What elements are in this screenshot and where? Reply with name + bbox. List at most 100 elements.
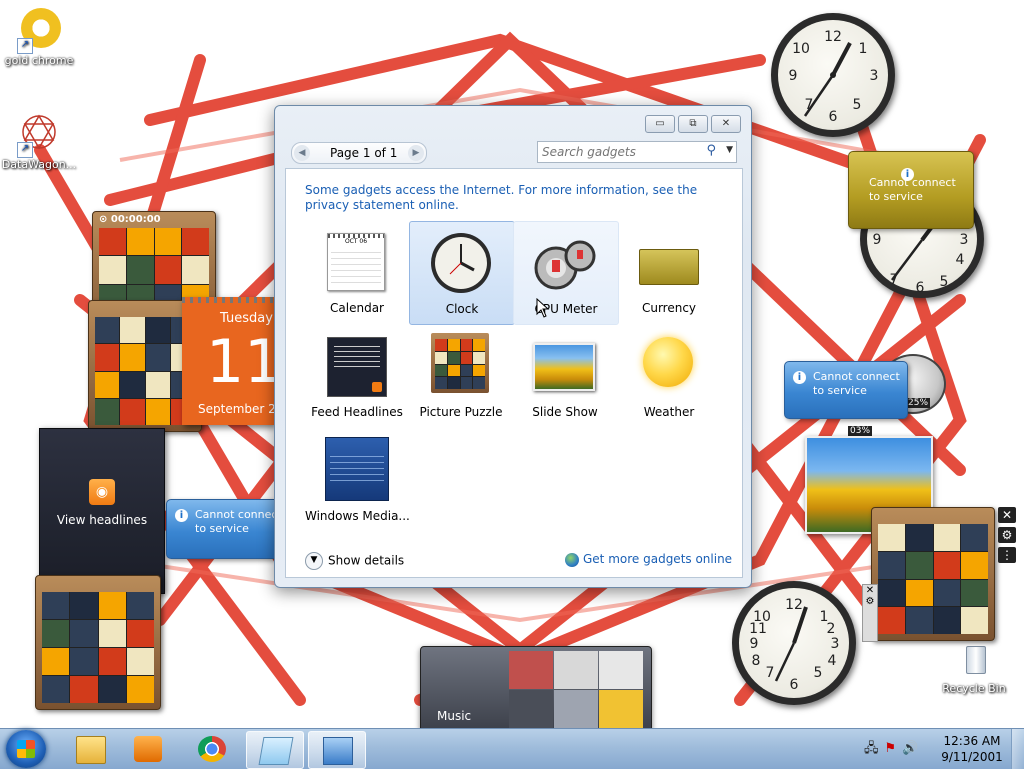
taskbar-media-player-button[interactable] (120, 731, 176, 767)
drag-handle-icon[interactable]: ⋮ (998, 547, 1016, 563)
media-label: Music (437, 709, 472, 723)
clock-icon (428, 230, 494, 296)
taskbar-explorer-button[interactable] (62, 731, 118, 767)
taskbar-chrome-button[interactable] (184, 731, 240, 767)
svg-text:9: 9 (873, 232, 882, 248)
feed-headlines-gadget[interactable]: ◉ View headlines (39, 428, 165, 594)
view-headlines-text: View headlines (56, 513, 148, 527)
gadget-item-weather[interactable]: Weather (617, 325, 721, 427)
show-details-label: Show details (328, 553, 405, 568)
gadget-label: CPU Meter (534, 302, 598, 316)
gadget-label: Picture Puzzle (419, 405, 503, 419)
calendar-rings (182, 297, 274, 303)
privacy-info-link[interactable]: Some gadgets access the Internet. For mo… (305, 183, 715, 213)
media-player-icon (134, 736, 162, 762)
shortcut-arrow-icon: ↗ (17, 142, 33, 158)
gadget-item-calendar[interactable]: OCT 06 Calendar (305, 221, 409, 323)
gadget-item-slide-show[interactable]: Slide Show (513, 325, 617, 427)
options-wrench-icon[interactable]: ⚙ (863, 596, 877, 607)
gadget-item-cpu-meter[interactable]: CPU Meter (513, 221, 619, 325)
cpu-meter-icon (532, 230, 598, 296)
currency-gadget[interactable]: i Cannot connect to service (848, 151, 974, 229)
chevron-down-icon[interactable]: ▼ (726, 145, 733, 155)
svg-text:1: 1 (859, 41, 868, 57)
puzzle-grid (42, 592, 154, 703)
svg-text:3: 3 (831, 636, 840, 652)
svg-text:12: 12 (824, 29, 842, 45)
options-wrench-icon[interactable]: ⚙ (998, 527, 1016, 543)
svg-text:12: 12 (785, 597, 803, 613)
gadget-item-feed-headlines[interactable]: Feed Headlines (305, 325, 409, 427)
globe-icon (565, 552, 579, 567)
memory-percent: 03% (848, 426, 873, 436)
recycle-bin-icon (952, 640, 996, 680)
desktop-icon-recycle-bin[interactable]: Recycle Bin (936, 640, 1012, 695)
close-gadget-icon[interactable]: ✕ (863, 585, 877, 596)
calendar-date: 11 (206, 327, 274, 397)
currency-icon (635, 229, 701, 295)
cannot-connect-text: Cannot connect to service (195, 508, 276, 535)
close-button[interactable]: ✕ (711, 115, 741, 133)
calendar-gadget[interactable]: Tuesday 11 September 2 (182, 297, 274, 425)
action-center-flag-icon[interactable]: ⚑ (885, 741, 903, 756)
show-desktop-button[interactable] (1011, 729, 1024, 769)
desktop-icon-gold-chrome[interactable]: ↗ gold chrome (1, 8, 77, 67)
stock-gadget[interactable]: i Cannot connect to service (166, 499, 276, 559)
notepad-icon (258, 737, 294, 765)
gadget-gallery-window: ▭ ⧉ ✕ ◀ Page 1 of 1 ▶ ⚲ ▼ Some gadgets a… (274, 105, 752, 588)
clock-time: 12:36 AM (943, 734, 1001, 748)
windows-media-icon (323, 437, 389, 503)
datawagon-icon: ↗ (17, 112, 61, 158)
pager: ◀ Page 1 of 1 ▶ (291, 142, 427, 164)
minimize-button[interactable]: ▭ (645, 115, 675, 133)
cannot-connect-text: Cannot connect to service (869, 176, 956, 203)
system-tray: 🖧⚑🔊 (864, 739, 924, 761)
network-icon[interactable]: 🖧 (864, 741, 885, 756)
close-gadget-icon[interactable]: ✕ (998, 507, 1016, 523)
show-details-button[interactable]: ▼ Show details (305, 552, 404, 570)
svg-text:6: 6 (916, 280, 925, 296)
svg-text:4: 4 (828, 653, 837, 669)
puzzle-timer: ⊙ 00:00:00 (99, 214, 161, 225)
volume-icon[interactable]: 🔊 (902, 741, 924, 756)
picture-puzzle-gadget[interactable] (871, 507, 995, 641)
previous-page-icon[interactable]: ◀ (294, 145, 310, 161)
weather-gadget[interactable]: i Cannot connect to service (784, 361, 908, 419)
taskbar-clock[interactable]: 12:36 AM 9/11/2001 (936, 733, 1008, 765)
svg-text:4: 4 (956, 252, 965, 268)
gadget-label: Windows Media... (305, 509, 410, 523)
desktop-icon-label: gold chrome (4, 54, 74, 67)
svg-text:5: 5 (814, 665, 823, 681)
gadget-item-windows-media[interactable]: Windows Media... (305, 429, 410, 531)
clock-face-icon: 1213 6910 75 (789, 29, 879, 125)
next-page-icon[interactable]: ▶ (408, 145, 424, 161)
svg-text:6: 6 (790, 677, 799, 693)
taskbar-notepad-button[interactable] (246, 731, 304, 769)
picture-puzzle-gadget[interactable] (35, 575, 161, 710)
taskbar-gadgets-button[interactable] (308, 731, 366, 769)
clock-face-icon: 1213 6910 7 548211 (749, 597, 840, 693)
get-more-gadgets-link[interactable]: Get more gadgets online (565, 552, 732, 567)
svg-text:3: 3 (870, 68, 879, 84)
gadget-label: Calendar (330, 301, 384, 315)
calendar-thumb-month: OCT 06 (344, 238, 368, 245)
svg-text:7: 7 (766, 665, 775, 681)
search-icon[interactable]: ⚲ (706, 143, 716, 158)
start-button[interactable] (6, 730, 46, 768)
windows-media-center-gadget[interactable]: Music (420, 646, 652, 732)
media-tiles (509, 651, 643, 728)
restore-button[interactable]: ⧉ (678, 115, 708, 133)
gadget-item-currency[interactable]: Currency (617, 221, 721, 323)
svg-text:5: 5 (940, 274, 949, 290)
cpu-percent: 25% (906, 398, 931, 408)
picture-puzzle-icon (427, 333, 493, 399)
clock-gadget[interactable]: 12 1 3 6 9 10 7 5 4 8 2 11 (732, 581, 856, 705)
desktop-icon-datawagon[interactable]: ↗ DataWagon... (1, 112, 77, 171)
search-input[interactable] (542, 144, 692, 160)
chrome-icon: ↗ (17, 8, 61, 54)
gadget-item-clock[interactable]: Clock (409, 221, 515, 325)
gadget-label: Feed Headlines (311, 405, 403, 419)
svg-text:11: 11 (749, 621, 767, 637)
gadget-item-picture-puzzle[interactable]: Picture Puzzle (409, 325, 513, 427)
clock-gadget[interactable]: 12 1 3 6 9 10 75 (771, 13, 895, 137)
